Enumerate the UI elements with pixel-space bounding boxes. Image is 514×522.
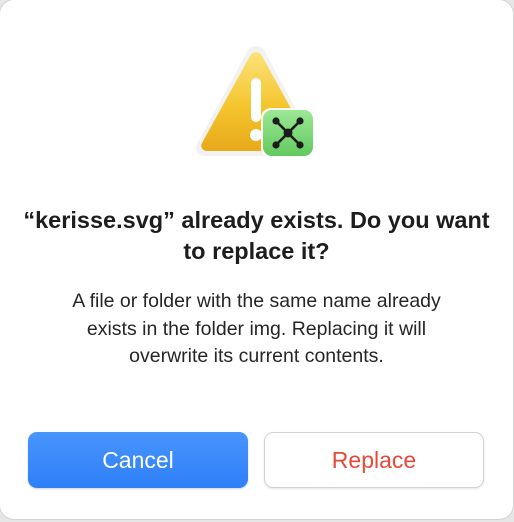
warning-icon-group: [193, 44, 319, 162]
warning-triangle-icon: [195, 46, 317, 158]
replace-button[interactable]: Replace: [264, 432, 484, 488]
alert-dialog: “kerisse.svg” already exists. Do you wan…: [0, 0, 513, 519]
cancel-button[interactable]: Cancel: [28, 432, 248, 488]
app-network-badge-icon: [261, 108, 315, 158]
dialog-message: A file or folder with the same name alre…: [72, 290, 441, 367]
dialog-title: “kerisse.svg” already exists. Do you wan…: [23, 207, 490, 264]
